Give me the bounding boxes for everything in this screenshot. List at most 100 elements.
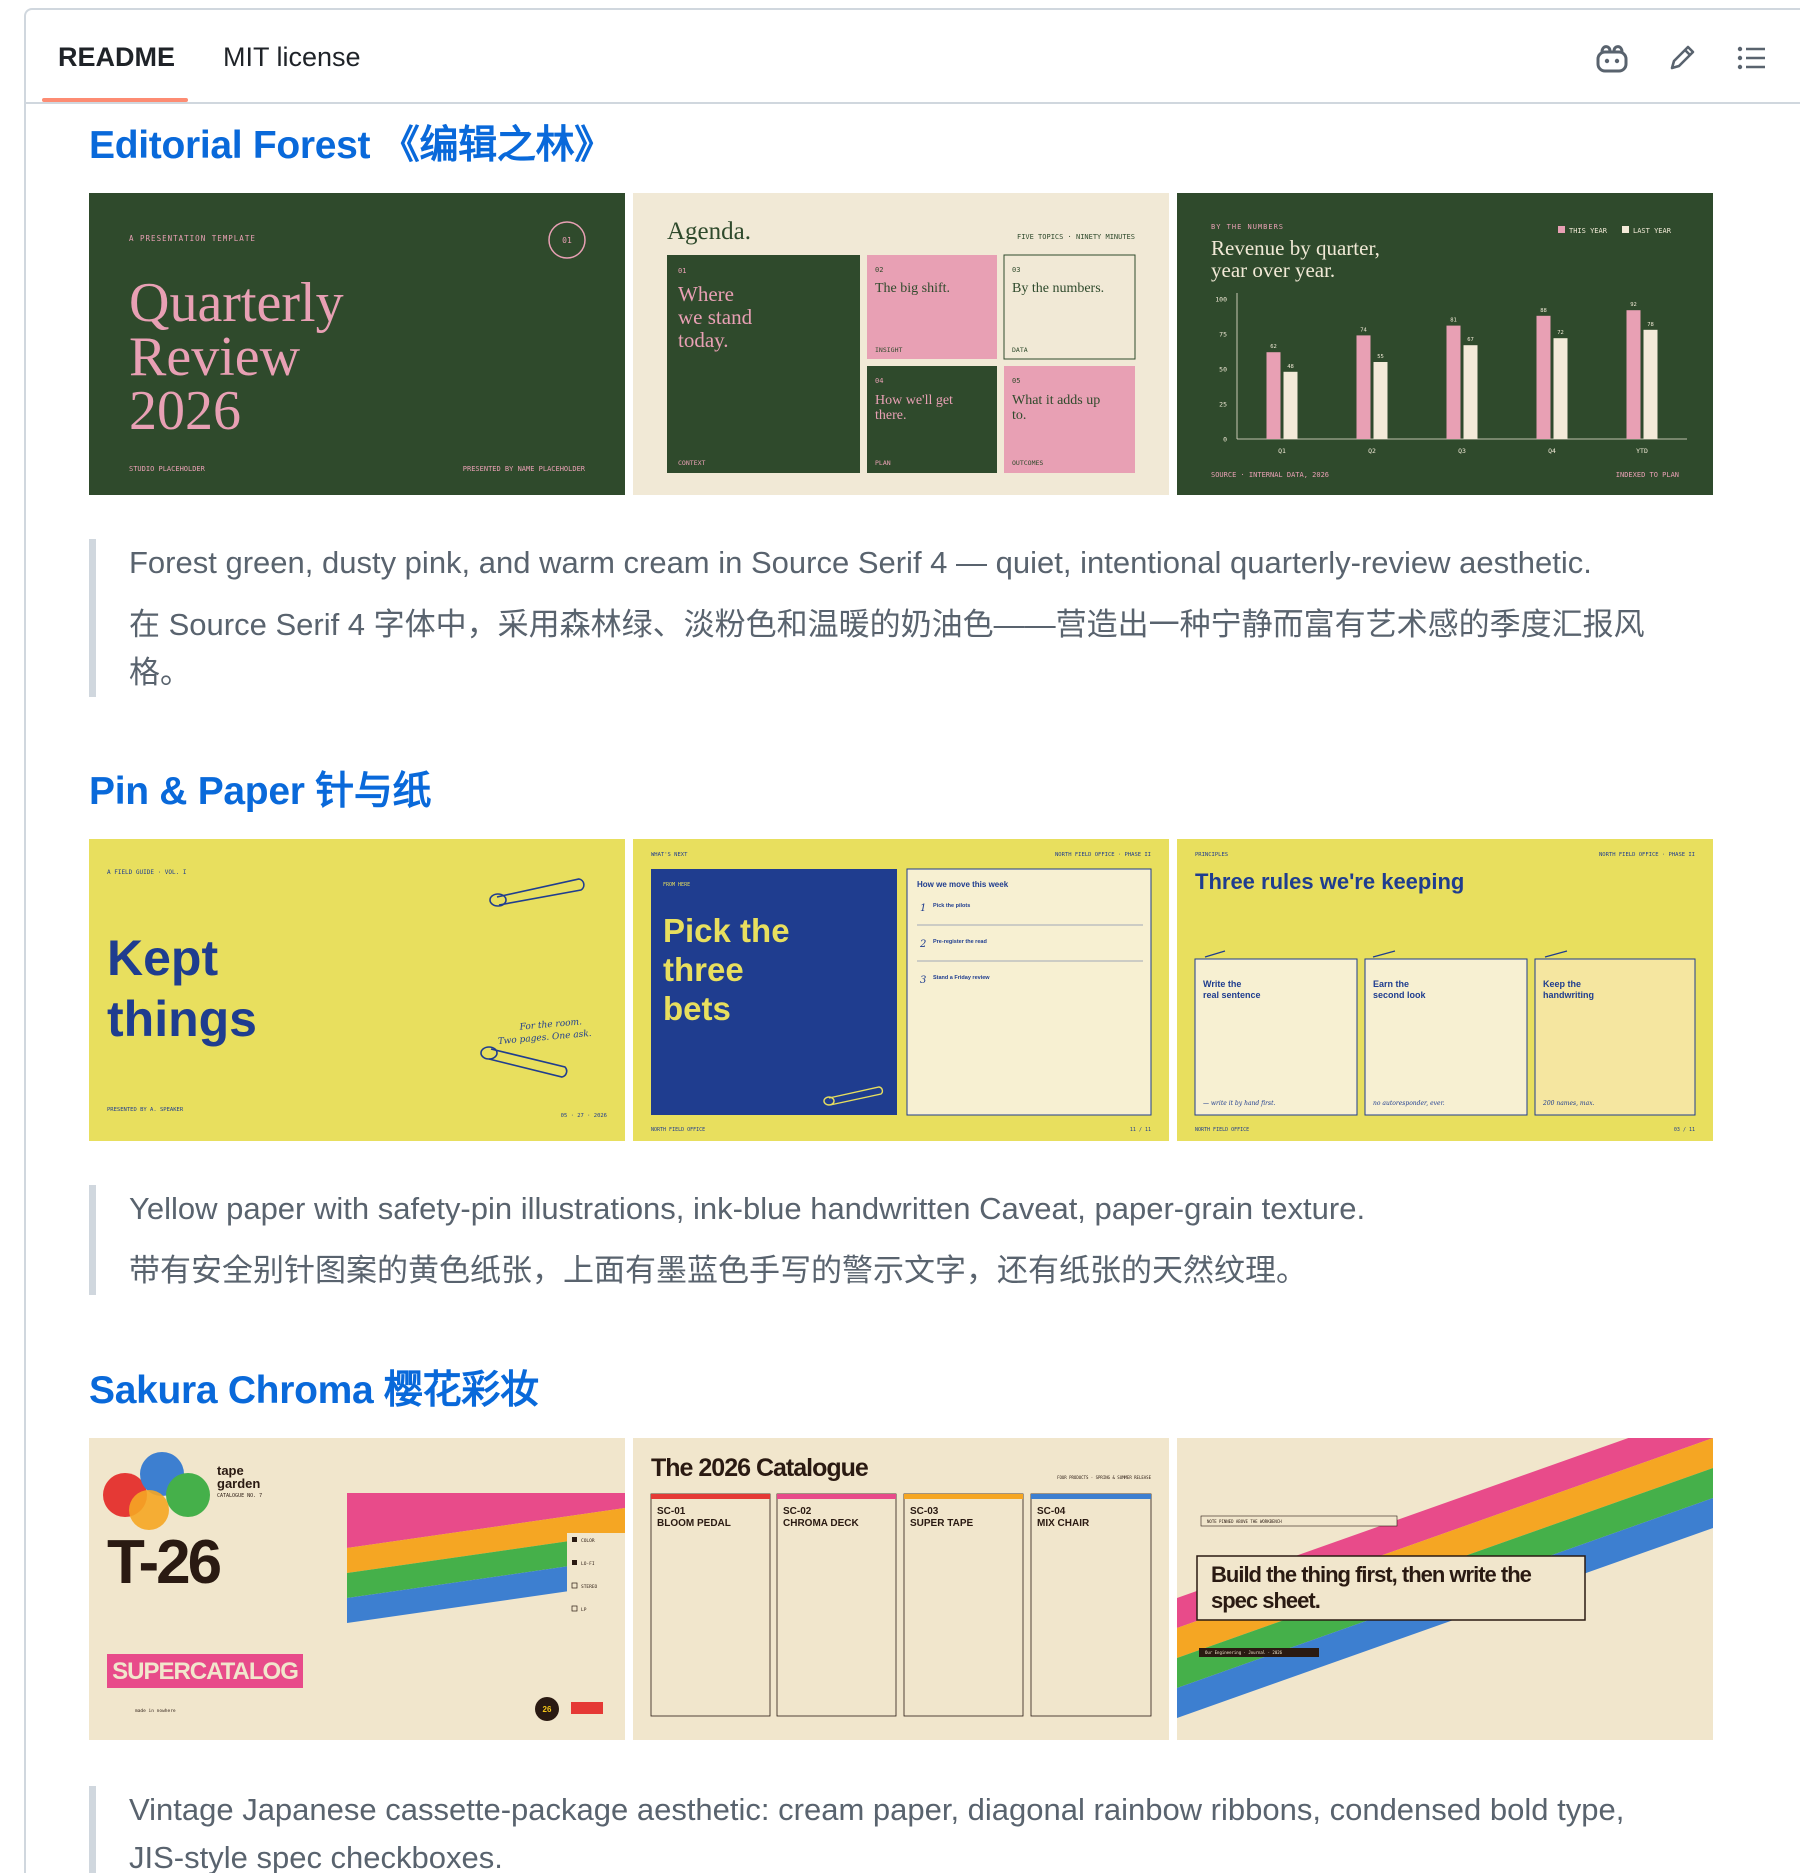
- slide-kicker: A FIELD GUIDE · VOL. I: [107, 869, 187, 876]
- quote-line: spec sheet.: [1211, 1588, 1320, 1613]
- description-en: Forest green, dusty pink, and warm cream…: [129, 545, 1592, 580]
- x-tick-label: Q3: [1458, 447, 1466, 455]
- panel-heading: bets: [663, 990, 731, 1027]
- outline-list-icon[interactable]: [1732, 38, 1772, 78]
- section-heading-pin-and-paper[interactable]: Pin & Paper 针与纸: [89, 760, 432, 816]
- rule-signoff: no autoresponder, ever.: [1373, 1100, 1445, 1107]
- catalogue-slide: The 2026 Catalogue FOUR PRODUCTS · SPRIN…: [633, 1438, 1169, 1740]
- banner-text: SUPERCATALOG: [112, 1658, 298, 1685]
- slide-thumbnail[interactable]: BY THE NUMBERS Revenue by quarter, year …: [1177, 193, 1713, 495]
- pick-bets-slide: WHAT'S NEXT NORTH FIELD OFFICE · PHASE I…: [633, 839, 1169, 1141]
- agenda-card-text: today.: [678, 328, 729, 352]
- bar-value-label: 78: [1647, 322, 1654, 328]
- agenda-card-text: we stand: [678, 305, 753, 329]
- slide-thumbnail[interactable]: The 2026 Catalogue FOUR PRODUCTS · SPRIN…: [633, 1438, 1169, 1740]
- title-slide: A PRESENTATION TEMPLATE 01 Quarterly Rev…: [89, 193, 625, 495]
- product-name: MIX CHAIR: [1037, 1518, 1090, 1529]
- agenda-card: [1003, 254, 1136, 360]
- slide-thumbnail[interactable]: NOTE PINNED ABOVE THE WORKBENCH Build th…: [1177, 1438, 1713, 1740]
- page-badge-number: 01: [562, 236, 572, 245]
- description-en-wrap: JIS-style spec checkboxes.: [129, 1840, 503, 1873]
- rule-signoff: — write it by hand first.: [1203, 1100, 1275, 1107]
- three-rules-slide: PRINCIPLES NORTH FIELD OFFICE · PHASE II…: [1177, 839, 1713, 1141]
- description-en: Yellow paper with safety-pin illustratio…: [129, 1191, 1366, 1226]
- agenda-card-text: The big shift.: [875, 281, 950, 296]
- description-zh-wrap: 格。: [129, 655, 191, 690]
- slide-title-line: 2026: [129, 380, 241, 442]
- slide-thumbnail[interactable]: WHAT'S NEXT NORTH FIELD OFFICE · PHASE I…: [633, 839, 1169, 1141]
- panel-heading: three: [663, 951, 744, 988]
- step-number: 3: [920, 975, 926, 986]
- slide-thumbnail[interactable]: A PRESENTATION TEMPLATE 01 Quarterly Rev…: [89, 193, 625, 495]
- model-number: T-26: [107, 1528, 221, 1597]
- copilot-icon[interactable]: [1592, 38, 1632, 78]
- slide-footer-right: PRESENTED BY NAME PLACEHOLDER: [463, 465, 586, 473]
- slide-footer-right: 03 / 11: [1674, 1127, 1695, 1133]
- slide-kicker: PRINCIPLES: [1195, 852, 1228, 858]
- slide-thumbnail[interactable]: tape garden CATALOGUE NO. 7 T-26 COLOR L…: [89, 1438, 625, 1740]
- bar: [1373, 362, 1388, 439]
- bar-value-label: 72: [1557, 330, 1564, 336]
- slide-footer-left: NORTH FIELD OFFICE: [651, 1127, 705, 1133]
- agenda-card-number: 05: [1012, 377, 1020, 385]
- tab-license[interactable]: MIT license: [223, 42, 361, 73]
- slide-meta: NORTH FIELD OFFICE · PHASE II: [1599, 852, 1695, 858]
- description-zh: 带有安全别针图案的黄色纸张，上面有墨蓝色手写的警示文字，还有纸张的天然纹理。: [129, 1253, 1307, 1288]
- bar-value-label: 67: [1467, 337, 1474, 343]
- bar-value-label: 55: [1377, 354, 1384, 360]
- agenda-card-text: Where: [678, 282, 734, 306]
- product-code: SC-03: [910, 1506, 939, 1517]
- quote-line: Build the thing first, then write the: [1211, 1562, 1532, 1587]
- kept-things-slide: A FIELD GUIDE · VOL. I Kept things For t…: [89, 839, 625, 1141]
- bar-value-label: 74: [1360, 327, 1367, 333]
- x-tick-label: Q1: [1278, 447, 1286, 455]
- tab-readme[interactable]: README: [58, 42, 175, 73]
- bar-value-label: 81: [1450, 318, 1457, 324]
- panel-label: FROM HERE: [663, 882, 690, 888]
- slide-footer-left: NORTH FIELD OFFICE: [1195, 1127, 1249, 1133]
- checkbox-icon: [572, 1560, 577, 1565]
- slide-title: Three rules we're keeping: [1195, 869, 1464, 894]
- slide-thumbnail[interactable]: Agenda. FIVE TOPICS · NINETY MINUTES 01 …: [633, 193, 1169, 495]
- y-tick-label: 25: [1219, 401, 1227, 409]
- bar: [1553, 338, 1568, 439]
- chart-kicker: BY THE NUMBERS: [1211, 223, 1284, 231]
- product-name: BLOOM PEDAL: [657, 1518, 731, 1529]
- section-heading-sakura-chroma[interactable]: Sakura Chroma 樱花彩妆: [89, 1359, 539, 1415]
- agenda-card-tag: DATA: [1012, 346, 1028, 354]
- editorial-forest-thumbnails: A PRESENTATION TEMPLATE 01 Quarterly Rev…: [89, 193, 1713, 495]
- slide-title-line: Review: [129, 326, 301, 388]
- product-code: SC-04: [1037, 1506, 1066, 1517]
- chart-footer-right: INDEXED TO PLAN: [1616, 471, 1679, 479]
- agenda-card-text: there.: [875, 408, 906, 423]
- section-heading-editorial-forest[interactable]: Editorial Forest 《编辑之林》: [89, 114, 613, 170]
- x-tick-label: Q2: [1368, 447, 1376, 455]
- legend-label: LAST YEAR: [1633, 227, 1672, 235]
- slide-meta: NORTH FIELD OFFICE · PHASE II: [1055, 852, 1151, 858]
- edit-pencil-icon[interactable]: [1662, 38, 1702, 78]
- description-blockquote: Forest green, dusty pink, and warm cream…: [89, 539, 1645, 697]
- red-tag: [571, 1702, 603, 1714]
- readme-tab-bar: README MIT license: [24, 8, 1800, 104]
- checkbox-label: LO-FI: [581, 1561, 595, 1567]
- rule-heading: Earn the: [1373, 979, 1409, 989]
- slide-thumbnail[interactable]: A FIELD GUIDE · VOL. I Kept things For t…: [89, 839, 625, 1141]
- slide-kicker: A PRESENTATION TEMPLATE: [129, 234, 256, 243]
- checkbox-panel: [567, 1533, 625, 1609]
- product-code: SC-02: [783, 1506, 812, 1517]
- slide-footer-right: 05 · 27 · 2026: [561, 1113, 607, 1119]
- bar: [1356, 335, 1371, 439]
- agenda-card-tag: PLAN: [875, 459, 891, 467]
- slide-thumbnail[interactable]: PRINCIPLES NORTH FIELD OFFICE · PHASE II…: [1177, 839, 1713, 1141]
- step-number: 1: [920, 903, 926, 914]
- legend-label: THIS YEAR: [1569, 227, 1608, 235]
- step-title: Pick the pilots: [933, 903, 970, 909]
- rule-heading: real sentence: [1203, 990, 1261, 1000]
- legend-swatch-last-year: [1622, 226, 1629, 233]
- bar: [1536, 315, 1551, 439]
- agenda-card-number: 03: [1012, 266, 1020, 274]
- bar: [1626, 310, 1641, 439]
- bar-value-label: 62: [1270, 344, 1277, 350]
- catalogue-title: The 2026 Catalogue: [651, 1454, 869, 1482]
- y-tick-label: 50: [1219, 366, 1227, 374]
